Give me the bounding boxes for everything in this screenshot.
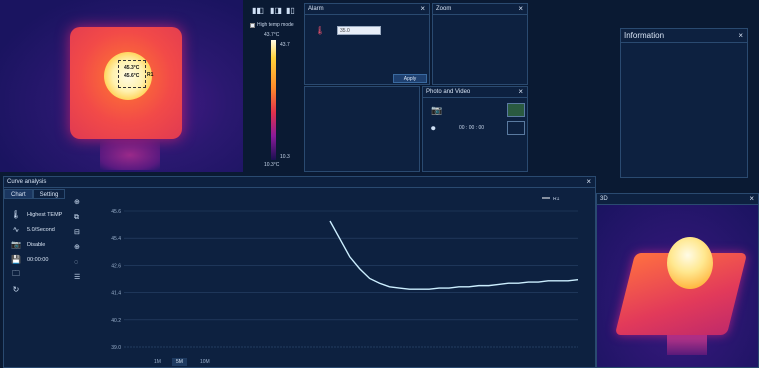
y-tick-label: 45.6 bbox=[111, 209, 121, 215]
setting-capture[interactable]: 📷 Disable bbox=[10, 237, 62, 252]
high-temp-mode-toggle[interactable]: High temp mode bbox=[250, 22, 294, 28]
information-panel: Information × bbox=[620, 28, 748, 178]
tab-setting[interactable]: Setting bbox=[32, 189, 66, 199]
apply-button[interactable]: Apply bbox=[393, 74, 427, 83]
thermal-3d-canvas[interactable] bbox=[597, 205, 758, 367]
thermometer-alarm-icon: 🌡 bbox=[315, 26, 326, 35]
setting-metric-label: Highest TEMP bbox=[27, 211, 63, 218]
y-tick-label: 39.0 bbox=[111, 345, 121, 351]
setting-metric[interactable]: 🌡 Highest TEMP bbox=[10, 207, 62, 222]
curve-analysis-panel: Curve analysis × Chart Setting 🌡 Highest… bbox=[3, 176, 596, 368]
alarm-close-icon[interactable]: × bbox=[420, 4, 425, 14]
range-10m-button[interactable]: 10M bbox=[196, 358, 214, 366]
y-tick-label: 45.4 bbox=[111, 236, 121, 242]
video-thumbnail[interactable] bbox=[507, 121, 525, 135]
setting-rate-label: 5.0/Second bbox=[27, 226, 55, 233]
color-scale-bar bbox=[271, 40, 276, 160]
setting-folder[interactable]: 🗀 bbox=[10, 267, 62, 282]
curve-panel-header: Curve analysis × bbox=[4, 177, 595, 188]
series-r1-line bbox=[329, 220, 579, 290]
photo-title: Photo and Video bbox=[426, 89, 471, 95]
scale-bottom-marker[interactable]: 10.3 bbox=[280, 154, 290, 160]
layout-left-icon[interactable]: ▮◧ bbox=[252, 6, 264, 15]
info-close-icon[interactable]: × bbox=[738, 29, 743, 43]
info-title: Information bbox=[624, 31, 665, 40]
thermal-image-view[interactable]: 45.3°C 45.6°C R1 bbox=[0, 0, 243, 172]
photo-close-icon[interactable]: × bbox=[518, 87, 523, 97]
scale-top-label: 43.7°C bbox=[264, 32, 280, 38]
empty-panel bbox=[304, 86, 420, 172]
setting-duration-label: 00:00:00 bbox=[27, 256, 49, 263]
zoom-in-icon[interactable]: ⊕ bbox=[74, 240, 80, 255]
view3d-close-icon[interactable]: × bbox=[749, 194, 754, 204]
view3d-title: 3D bbox=[600, 196, 608, 202]
photo-video-panel: Photo and Video × 📷 ⏺ 00 : 00 : 00 bbox=[422, 86, 528, 172]
layout-right-icon[interactable]: ▮◨ bbox=[270, 6, 282, 15]
3d-stem bbox=[667, 335, 707, 355]
curve-tabs: Chart Setting bbox=[4, 189, 66, 199]
zoom-panel-header: Zoom × bbox=[433, 4, 527, 15]
3d-dome bbox=[667, 237, 713, 289]
pulse-icon: ∿ bbox=[12, 225, 20, 234]
y-tick-label: 41.4 bbox=[111, 291, 121, 297]
view-3d-panel: 3D × bbox=[596, 193, 759, 368]
export-icon[interactable]: ⊟ bbox=[74, 225, 80, 240]
setting-refresh[interactable]: ↻ bbox=[10, 282, 62, 297]
alarm-threshold-input[interactable]: 35.0 bbox=[337, 26, 381, 35]
record-timer: 00 : 00 : 00 bbox=[459, 125, 485, 131]
point-icon[interactable]: ◌ bbox=[74, 255, 80, 270]
setting-capture-label: Disable bbox=[27, 241, 46, 248]
setting-rate[interactable]: ∿ 5.0/Second bbox=[10, 222, 62, 237]
range-1m-button[interactable]: 1M bbox=[150, 358, 165, 366]
alarm-panel-header: Alarm × bbox=[305, 4, 429, 15]
add-curve-icon[interactable]: ⊕ bbox=[74, 195, 80, 210]
alarm-panel: Alarm × 🌡 35.0 Apply bbox=[304, 3, 430, 85]
roi-max-label: 45.3°C bbox=[124, 65, 140, 71]
save-icon: 💾 bbox=[11, 255, 21, 264]
alarm-title: Alarm bbox=[308, 6, 324, 12]
zoom-title: Zoom bbox=[436, 6, 452, 12]
camera-small-icon: 📷 bbox=[11, 240, 21, 249]
legend-label: R1 bbox=[553, 197, 560, 202]
roi-name-label: R1 bbox=[147, 72, 154, 78]
curve-settings-list: 🌡 Highest TEMP ∿ 5.0/Second 📷 Disable 💾 … bbox=[10, 207, 62, 297]
curve-title: Curve analysis bbox=[7, 179, 47, 185]
curve-close-icon[interactable]: × bbox=[586, 177, 591, 187]
video-icon[interactable]: ⏺ bbox=[431, 123, 436, 134]
info-panel-header: Information × bbox=[621, 29, 747, 43]
curve-action-buttons: ⊕ ⧉ ⊟ ⊕ ◌ ☰ bbox=[74, 195, 80, 285]
high-temp-checkbox[interactable] bbox=[250, 22, 255, 28]
scale-bottom-label: 10.3°C bbox=[264, 162, 280, 168]
zoom-panel: Zoom × bbox=[432, 3, 528, 85]
y-tick-label: 42.6 bbox=[111, 263, 121, 269]
layout-single-icon[interactable]: ▮▯ bbox=[286, 6, 295, 15]
refresh-icon: ↻ bbox=[12, 285, 20, 294]
zoom-close-icon[interactable]: × bbox=[518, 4, 523, 14]
camera-icon[interactable]: 📷 bbox=[431, 105, 442, 116]
temperature-line-chart[interactable]: 45.6 45.4 42.6 41.4 40.2 39.0 R1 bbox=[104, 197, 584, 357]
folder-icon: 🗀 bbox=[12, 268, 20, 278]
photo-thumbnail[interactable] bbox=[507, 103, 525, 117]
list-icon[interactable]: ☰ bbox=[74, 270, 80, 285]
thermometer-icon: 🌡 bbox=[10, 210, 22, 219]
copy-icon[interactable]: ⧉ bbox=[74, 210, 80, 225]
roi-min-label: 45.6°C bbox=[124, 73, 140, 79]
setting-duration[interactable]: 💾 00:00:00 bbox=[10, 252, 62, 267]
view3d-header: 3D × bbox=[597, 194, 758, 205]
photo-panel-header: Photo and Video × bbox=[423, 87, 527, 98]
high-temp-label: High temp mode bbox=[257, 22, 294, 28]
y-tick-label: 40.2 bbox=[111, 318, 121, 324]
range-5m-button[interactable]: 5M bbox=[172, 358, 187, 366]
thermal-object-base bbox=[100, 140, 160, 170]
temperature-scale-column: ▮◧ ▮◨ ▮▯ High temp mode 43.7°C 43.7 10.3… bbox=[244, 0, 302, 172]
scale-top-marker[interactable]: 43.7 bbox=[280, 42, 290, 48]
tab-chart[interactable]: Chart bbox=[4, 189, 33, 199]
